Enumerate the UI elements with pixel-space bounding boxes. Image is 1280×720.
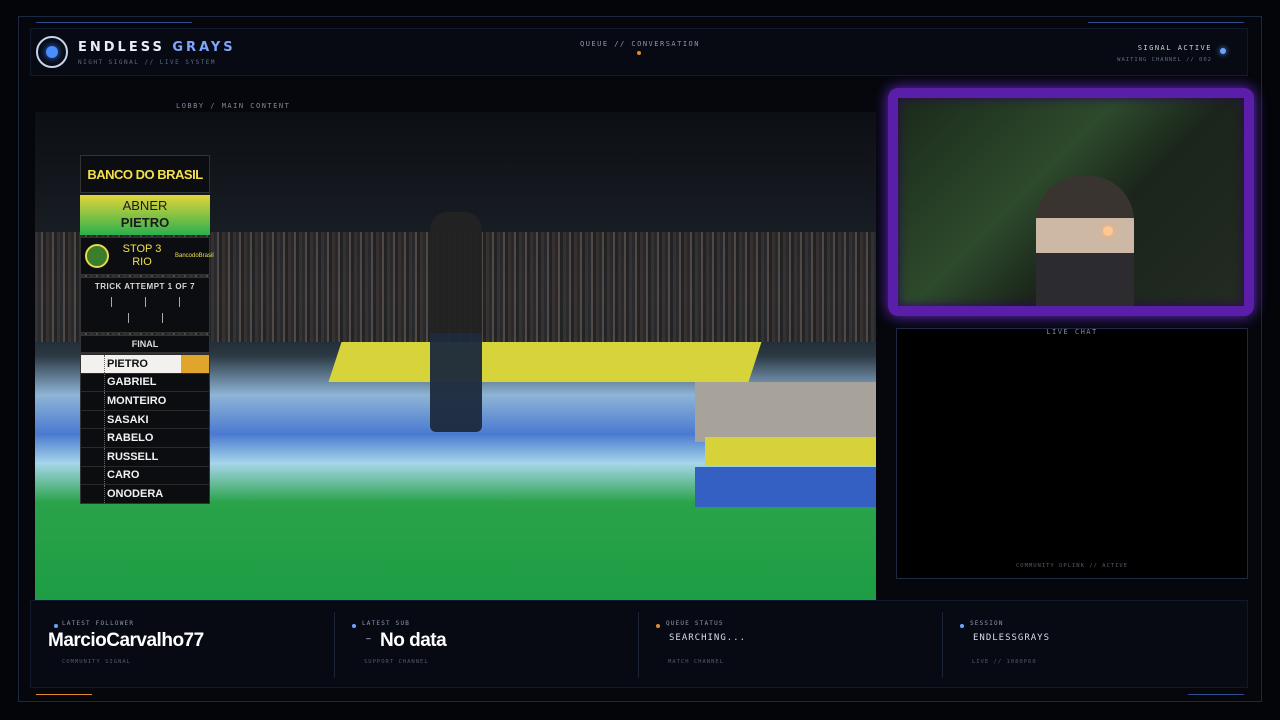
ranking-name: RUSSELL xyxy=(107,450,159,463)
latest-follower-label: LATEST FOLLOWER xyxy=(62,620,135,627)
video-ramp xyxy=(328,342,762,382)
ranking-position xyxy=(81,485,105,503)
ranking-position xyxy=(81,466,105,485)
webcam-streamer xyxy=(1036,176,1134,306)
ranking-name: GABRIEL xyxy=(107,376,157,389)
signal-dot-icon xyxy=(1220,48,1226,54)
trick-tick xyxy=(111,297,112,307)
queue-indicator-icon xyxy=(637,51,641,55)
brand-name-primary: ENDLESS xyxy=(78,40,165,55)
latest-follower-panel: LATEST FOLLOWER MarcioCarvalho77 COMMUNI… xyxy=(48,612,328,678)
live-chat-panel[interactable] xyxy=(896,328,1248,579)
ranking-name: CARO xyxy=(107,469,140,482)
athlete-last-name: PIETRO xyxy=(120,215,170,230)
round-label: FINAL xyxy=(80,335,210,353)
sponsor-mini-logo: BancodoBrasil xyxy=(174,253,214,259)
event-line-1: STOP 3 xyxy=(122,243,162,255)
video-ramp xyxy=(695,382,876,442)
ranking-name: ONODERA xyxy=(107,487,164,500)
queue-status-label: QUEUE STATUS xyxy=(666,620,724,627)
athlete-card: ABNER PIETRO xyxy=(80,195,210,235)
ranking-position xyxy=(81,355,105,373)
latest-follower-sub: COMMUNITY SIGNAL xyxy=(62,659,131,665)
accent-line xyxy=(1188,694,1244,695)
latest-sub-value: No data xyxy=(380,630,447,651)
ranking-row: RABELO xyxy=(81,428,209,447)
brand-tagline: NIGHT SIGNAL // LIVE SYSTEM xyxy=(78,59,217,66)
ranking-row: CARO xyxy=(81,465,209,485)
latest-sub-label: LATEST SUB xyxy=(362,620,411,627)
event-name: STOP 3 RIO xyxy=(123,243,162,269)
video-skater xyxy=(430,212,482,432)
sub-dot-icon xyxy=(352,624,356,628)
session-value: ENDLESSGRAYS xyxy=(973,633,1051,643)
ranking-position xyxy=(81,447,105,466)
ranking-position xyxy=(81,392,105,410)
signal-status: SIGNAL ACTIVE xyxy=(1137,44,1212,52)
event-line-2: RIO xyxy=(132,256,152,268)
queue-label: QUEUE // CONVERSATION xyxy=(579,40,700,48)
ranking-position xyxy=(81,410,105,429)
session-sub: LIVE // 1080P60 xyxy=(972,659,1037,665)
accent-line xyxy=(36,22,192,23)
trick-attempt: TRICK ATTEMPT 1 OF 7 xyxy=(80,277,210,333)
ranking-row: RUSSELL xyxy=(81,446,209,466)
trick-tick xyxy=(179,297,180,307)
trick-tick xyxy=(128,313,129,323)
accent-line xyxy=(1088,22,1244,23)
ranking-row: MONTEIRO xyxy=(81,391,209,410)
trick-ticks xyxy=(81,291,209,327)
live-chat-title: LIVE CHAT xyxy=(1046,328,1098,336)
event-card: STOP 3 RIO BancodoBrasil xyxy=(80,237,214,275)
latest-follower-value: MarcioCarvalho77 xyxy=(48,630,204,651)
latest-sub-prefix: – xyxy=(366,634,372,643)
latest-sub-panel: LATEST SUB No data – SUPPORT CHANNEL xyxy=(352,612,632,678)
main-content-label: LOBBY / MAIN CONTENT xyxy=(176,102,291,110)
brand-name-accent: GRAYS xyxy=(172,40,236,55)
queue-dot-icon xyxy=(656,624,660,628)
queue-status-value: SEARCHING... xyxy=(669,633,747,643)
ranking-row: GABRIEL xyxy=(81,372,209,392)
queue-status-panel: QUEUE STATUS SEARCHING... MATCH CHANNEL xyxy=(656,612,936,678)
video-ramp xyxy=(695,467,876,507)
ranking-position xyxy=(81,429,105,447)
ranking-position xyxy=(81,373,105,392)
headset-light-icon xyxy=(1103,226,1113,236)
ranking-row: PIETRO xyxy=(81,354,209,373)
panel-divider xyxy=(638,612,639,678)
brand-logo-icon xyxy=(36,36,68,68)
webcam-feed xyxy=(888,88,1254,316)
live-chat-footer: COMMUNITY UPLINK // ACTIVE xyxy=(1015,563,1129,569)
trick-tick xyxy=(145,297,146,307)
session-panel: SESSION ENDLESSGRAYS LIVE // 1080P60 xyxy=(960,612,1240,678)
session-dot-icon xyxy=(960,624,964,628)
accent-line xyxy=(36,694,92,695)
current-athlete-marker xyxy=(181,355,209,373)
video-ramp xyxy=(705,437,876,465)
panel-divider xyxy=(334,612,335,678)
event-badge-icon xyxy=(85,244,109,268)
ranking-name: PIETRO xyxy=(107,357,148,370)
queue-status-sub: MATCH CHANNEL xyxy=(668,659,725,665)
ranking-name: MONTEIRO xyxy=(107,394,167,407)
trick-attempt-label: TRICK ATTEMPT 1 OF 7 xyxy=(94,282,196,291)
session-label: SESSION xyxy=(970,620,1004,627)
sponsor-logo: BANCO DO BRASIL xyxy=(80,155,210,193)
brand-name: ENDLESS GRAYS xyxy=(78,40,236,55)
ranking-name: RABELO xyxy=(107,432,154,445)
follower-dot-icon xyxy=(54,624,58,628)
signal-status-sub: WAITING CHANNEL // 002 xyxy=(1117,57,1212,63)
trick-tick xyxy=(162,313,163,323)
latest-sub-sub: SUPPORT CHANNEL xyxy=(364,659,429,665)
ranking-name: SASAKI xyxy=(107,413,149,426)
athlete-first-name: ABNER xyxy=(122,198,168,213)
ranking-row: SASAKI xyxy=(81,409,209,429)
panel-divider xyxy=(942,612,943,678)
ranking-row: ONODERA xyxy=(81,484,209,503)
ranking-list: PIETRO GABRIEL MONTEIRO SASAKI RABELO RU… xyxy=(80,353,210,504)
scoreboard: BANCO DO BRASIL ABNER PIETRO STOP 3 RIO … xyxy=(80,155,214,504)
